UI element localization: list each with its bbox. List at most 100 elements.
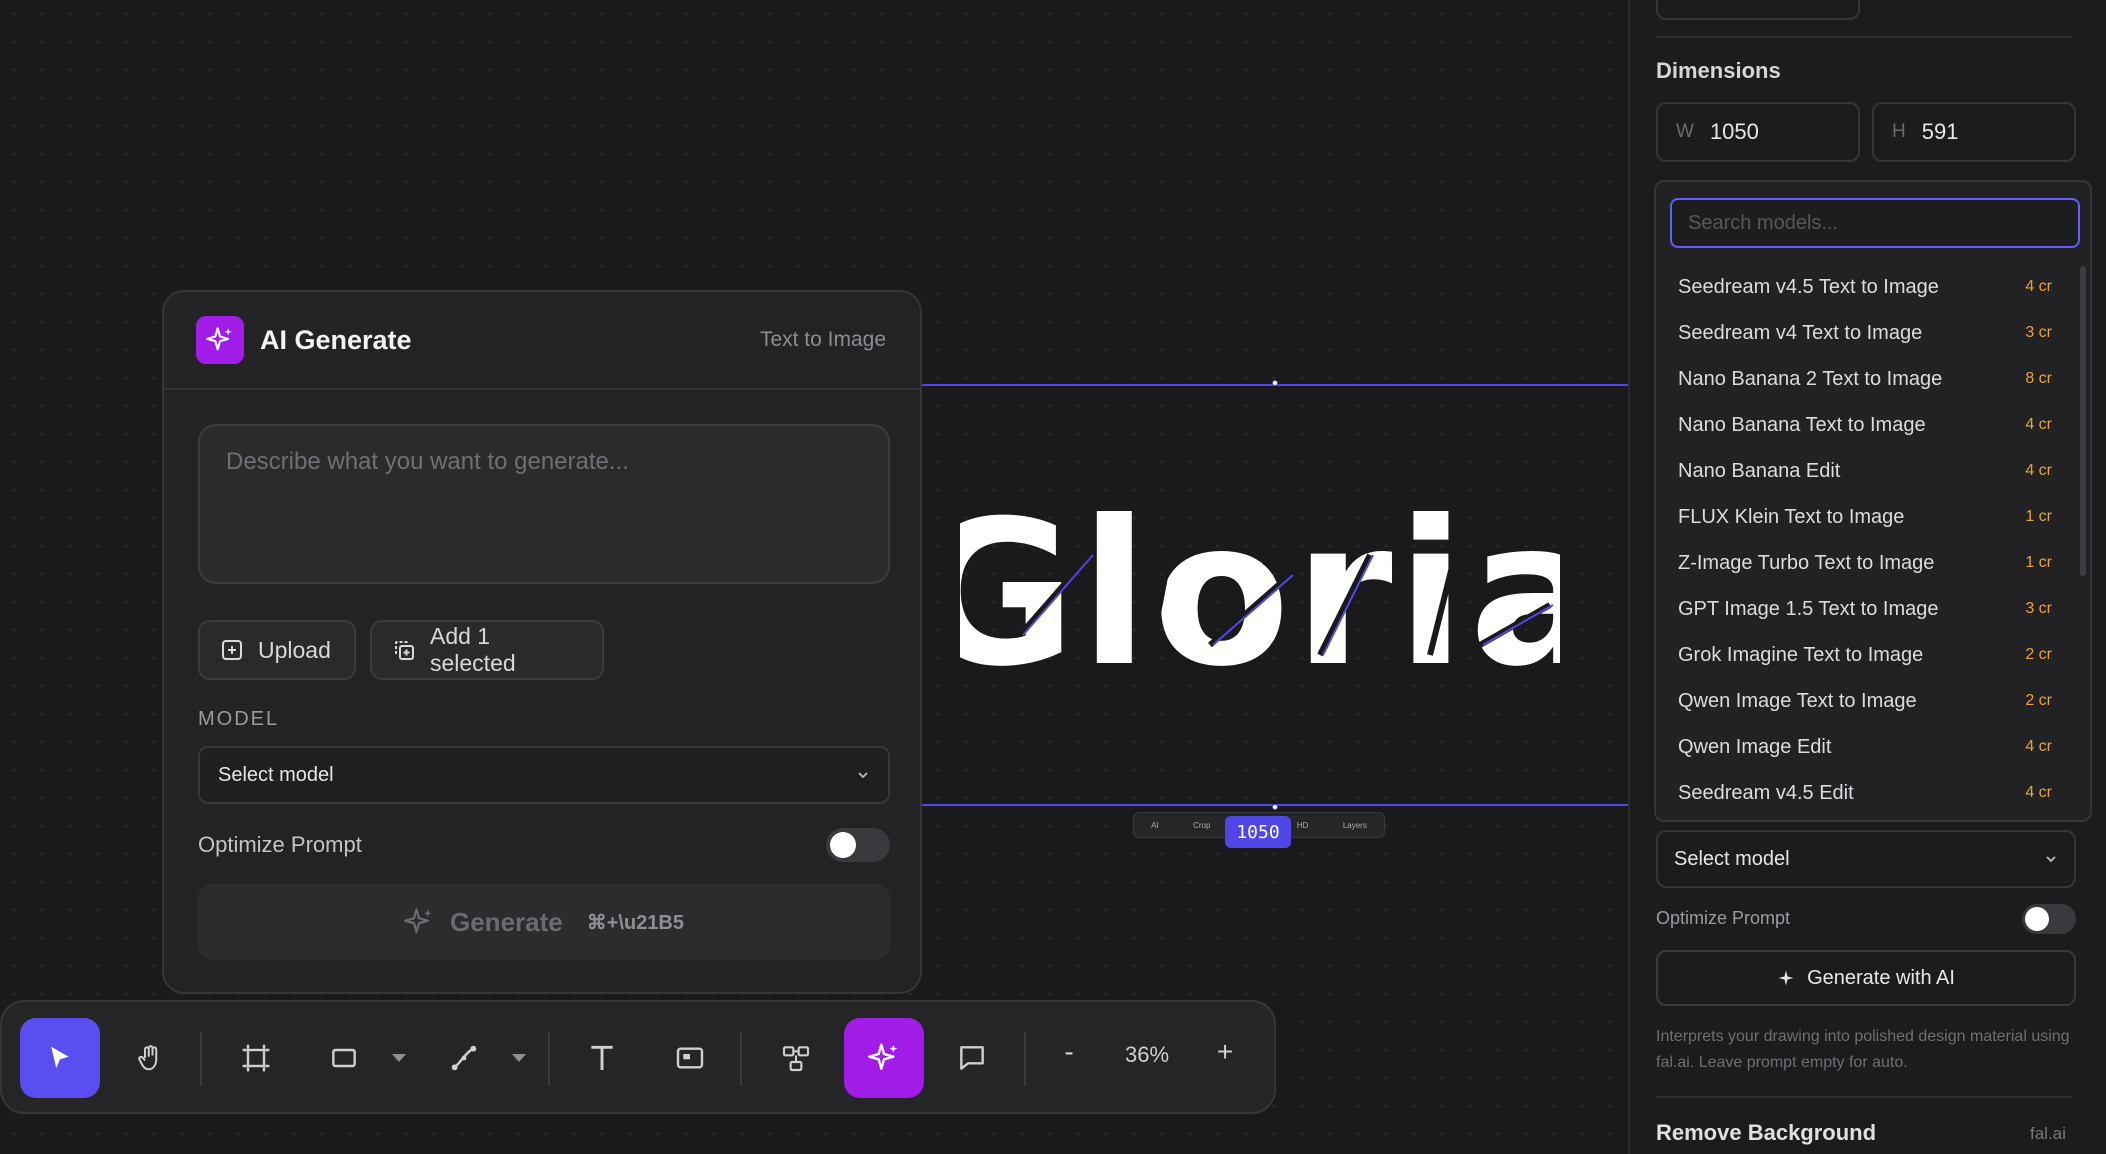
dropdown-scrollbar[interactable]	[2080, 266, 2086, 576]
model-option-cost: 3 cr	[2025, 600, 2052, 617]
generate-with-ai-button[interactable]: Generate with AI	[1656, 950, 2076, 1006]
pen-menu-caret-icon[interactable]	[510, 1052, 528, 1064]
rectangle-tool[interactable]	[304, 1018, 384, 1098]
zoom-in-button[interactable]: +	[1210, 1036, 1240, 1068]
sparkle-icon	[404, 908, 432, 934]
model-option-name: Nano Banana Edit	[1678, 459, 1841, 482]
model-option-name: Seedream v4.5 Edit	[1678, 781, 1854, 804]
height-value: 591	[1921, 119, 1959, 144]
zoom-out-button[interactable]: -	[1054, 1036, 1084, 1068]
mini-ai-button[interactable]: AI	[1151, 821, 1159, 830]
optimize-prompt-label: Optimize Prompt	[198, 832, 362, 857]
components-icon	[782, 1046, 810, 1072]
generate-description: Interprets your drawing into polished de…	[1656, 1028, 2070, 1071]
model-option-name: Z-Image Turbo Text to Image	[1678, 551, 1935, 574]
toolbar-separator	[1024, 1032, 1026, 1086]
upload-button[interactable]: Upload	[198, 620, 356, 680]
upload-icon	[222, 640, 242, 660]
model-option-name: FLUX Klein Text to Image	[1678, 505, 1905, 528]
pointer-icon	[51, 1046, 69, 1068]
divider	[1656, 36, 2072, 38]
model-search-input[interactable]	[1670, 198, 2080, 248]
ai-panel-title: AI Generate	[260, 324, 412, 355]
height-prefix: H	[1892, 121, 1906, 142]
select-tool[interactable]	[20, 1018, 100, 1098]
model-option-name: Seedream v4.5 Text to Image	[1678, 275, 1939, 298]
sparkle-icon	[868, 1043, 898, 1070]
ai-generate-tool[interactable]	[844, 1018, 924, 1098]
image-icon	[676, 1047, 704, 1069]
width-prefix: W	[1676, 121, 1694, 142]
model-option[interactable]: Z-Image Turbo Text to Image 1 cr	[1656, 540, 2076, 586]
pen-tool[interactable]	[424, 1018, 504, 1098]
model-option[interactable]: GPT Image 1.5 Text to Image 3 cr	[1656, 586, 2076, 632]
text-tool[interactable]	[562, 1018, 642, 1098]
model-option-cost: 1 cr	[2025, 554, 2052, 571]
shape-menu-caret-icon[interactable]	[390, 1052, 408, 1064]
model-option[interactable]: Seedream v4.5 Text to Image 4 cr	[1656, 264, 2076, 310]
model-option-name: GPT Image 1.5 Text to Image	[1678, 597, 1939, 620]
frame-bottom-handle[interactable]	[1272, 804, 1278, 810]
ai-panel-header: AI Generate Text to Image	[164, 292, 920, 390]
model-option-cost: 4 cr	[2025, 738, 2052, 755]
width-value: 1050	[1709, 119, 1759, 144]
ai-generate-panel: AI Generate Text to Image Describe what …	[162, 290, 922, 994]
optimize-prompt-toggle[interactable]	[826, 828, 890, 862]
frame-top-handle[interactable]	[1272, 380, 1278, 386]
ai-panel-mode: Text to Image	[759, 328, 886, 351]
toolbar-separator	[740, 1032, 742, 1086]
zoom-level[interactable]: 36%	[1117, 1042, 1177, 1068]
model-dropdown: Seedream v4.5 Text to Image4 crSeedream …	[1654, 180, 2092, 822]
pen-path-icon	[451, 1045, 477, 1071]
prompt-input[interactable]: Describe what you want to generate...	[198, 424, 890, 584]
sparkle-icon	[1778, 970, 1794, 986]
sidebar-optimize-label: Optimize Prompt	[1656, 908, 1791, 928]
model-option[interactable]: Grok Imagine Text to Image 2 cr	[1656, 632, 2076, 678]
components-tool[interactable]	[756, 1018, 836, 1098]
rectangle-icon	[332, 1048, 356, 1068]
width-field[interactable]: W 1050	[1656, 102, 1860, 162]
model-label: MODEL	[198, 708, 280, 730]
model-option[interactable]: Seedream v4 Text to Image 3 cr	[1656, 310, 2076, 356]
toolbar-separator	[200, 1032, 202, 1086]
image-tool[interactable]	[650, 1018, 730, 1098]
frame-tool[interactable]	[216, 1018, 296, 1098]
mini-crop-button[interactable]: Crop	[1193, 821, 1210, 830]
mini-hd-button[interactable]: HD	[1297, 821, 1309, 830]
add-selected-label: Add 1 selected	[429, 623, 516, 676]
toggle-knob	[2025, 907, 2049, 931]
hand-tool[interactable]	[110, 1018, 190, 1098]
sidebar-top-field[interactable]	[1656, 0, 1860, 20]
generate-button[interactable]: Generate ⌘+\u21B5	[198, 884, 890, 960]
model-option[interactable]: Nano Banana 2 Text to Image 8 cr	[1656, 356, 2076, 402]
model-option[interactable]: Seedream v4.5 Edit 4 cr	[1656, 770, 2076, 816]
model-option-cost: 8 cr	[2025, 370, 2052, 387]
generate-label: Generate	[450, 906, 563, 937]
generate-with-ai-label: Generate with AI	[1807, 966, 1955, 989]
sidebar-optimize-toggle[interactable]	[2022, 904, 2076, 934]
gloria-logo[interactable]: Gloria	[960, 495, 1560, 695]
divider	[1656, 1096, 2072, 1098]
upload-label: Upload	[258, 636, 331, 663]
model-option-cost: 2 cr	[2025, 692, 2052, 709]
height-field[interactable]: H 591	[1872, 102, 2076, 162]
toggle-knob	[830, 832, 856, 858]
mini-layers-button[interactable]: Layers	[1343, 821, 1367, 830]
model-option[interactable]: Qwen Image Edit 4 cr	[1656, 724, 2076, 770]
model-option[interactable]: FLUX Klein Text to Image 1 cr	[1656, 494, 2076, 540]
model-option-cost: 4 cr	[2025, 784, 2052, 801]
model-option[interactable]: Nano Banana Edit 4 cr	[1656, 448, 2076, 494]
model-option-name: Grok Imagine Text to Image	[1678, 643, 1924, 666]
sparkle-icon	[196, 316, 244, 364]
model-option[interactable]: Qwen Image Text to Image 2 cr	[1656, 678, 2076, 724]
generate-shortcut: ⌘+\u21B5	[586, 911, 684, 934]
model-option-name: Seedream v4 Text to Image	[1678, 321, 1923, 344]
add-selection-icon	[394, 641, 414, 660]
model-option[interactable]: Nano Banana Text to Image 4 cr	[1656, 402, 2076, 448]
model-option-cost: 1 cr	[2025, 508, 2052, 525]
add-selected-button[interactable]: Add 1 selected	[370, 620, 604, 680]
model-select[interactable]: Select model	[198, 746, 890, 804]
dimensions-title: Dimensions	[1656, 58, 1781, 83]
sidebar-model-select[interactable]: Select model	[1656, 830, 2076, 888]
comment-tool[interactable]	[932, 1018, 1012, 1098]
